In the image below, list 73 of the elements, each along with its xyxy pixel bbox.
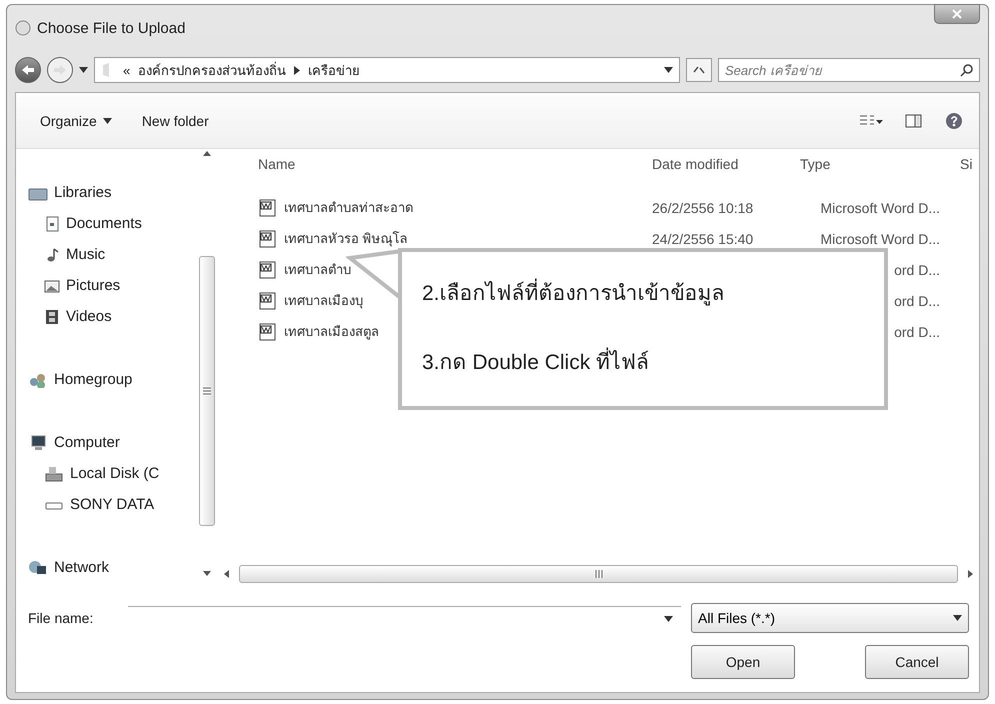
grip-icon [594, 570, 602, 578]
file-name[interactable]: เทศบาลตำบลท่าสะอาด [258, 197, 413, 218]
date-cell-text: 24/2/2556 15:40 [652, 230, 754, 246]
nav-pane-item[interactable]: Music [28, 239, 198, 270]
type-cell-text: ord D... [893, 262, 940, 278]
help-icon [945, 112, 963, 130]
address-bar[interactable]: « องค์กรปกครองส่วนท้องถิ่น เครือข่าย [94, 57, 680, 83]
close-button[interactable] [934, 4, 980, 24]
scroll-up-icon [203, 151, 211, 156]
nav-pane-item[interactable]: Pictures [28, 270, 198, 301]
caret-icon [953, 615, 962, 621]
picture-icon [44, 278, 60, 294]
word-document-icon [258, 322, 278, 342]
file-name[interactable]: เทศบาลหัวรอ พิษณุโล [258, 228, 408, 249]
scroll-down-icon [203, 571, 211, 576]
film-icon [44, 308, 60, 324]
chevron-right-icon [294, 66, 300, 74]
type-cell-text: ord D... [893, 292, 940, 308]
document-icon [44, 216, 60, 232]
type-cell-text: Microsoft Word D... [819, 200, 940, 216]
network-icon [28, 560, 48, 576]
dropdown-caret-icon [664, 67, 673, 73]
word-document-icon [258, 260, 278, 280]
search-icon [960, 63, 974, 77]
breadcrumb-overflow[interactable]: « [123, 62, 130, 78]
scrollbar-thumb[interactable] [199, 256, 215, 526]
back-arrow-icon [21, 64, 35, 76]
new-folder-button[interactable]: New folder [138, 110, 213, 130]
nav-pane-item[interactable]: Network [28, 552, 198, 583]
nav-pane-item[interactable]: Libraries [28, 177, 198, 208]
type-cell-text: Microsoft Word D... [819, 230, 940, 246]
scroll-left-icon [224, 570, 229, 578]
nav-pane-item[interactable]: Homegroup [28, 364, 198, 395]
caret-icon [664, 616, 673, 622]
word-document-icon [258, 290, 278, 310]
search-field[interactable]: Search เครือข่าย [718, 58, 980, 82]
nav-pane-item[interactable]: Computer [28, 427, 198, 458]
scroll-right-icon [968, 570, 973, 578]
column-header[interactable]: Name [258, 156, 652, 172]
type-cell-text: ord D... [893, 324, 940, 340]
file-name[interactable]: เทศบาลเมืองสตูล [258, 321, 379, 342]
cancel-button[interactable]: Cancel [865, 645, 969, 679]
caret-icon [102, 118, 112, 124]
close-icon [952, 9, 962, 19]
column-header[interactable]: Si [960, 156, 979, 172]
open-button[interactable]: Open [691, 645, 795, 679]
homegroup-icon [28, 372, 48, 388]
refresh-button[interactable] [686, 58, 712, 82]
nav-pane-item[interactable]: Documents [28, 208, 198, 239]
hard-disk-icon [44, 466, 64, 482]
instruction-text: 2.เลือกไฟล์ที่ต้องการนำเข้าข้อมูล [422, 276, 884, 309]
nav-pane-item[interactable]: SONY DATA [28, 489, 198, 520]
file-name-label: File name: [28, 610, 94, 626]
file-name[interactable]: เทศบาลตำบ [258, 259, 351, 280]
history-caret-icon [79, 67, 88, 73]
organize-menu[interactable]: Organize [36, 110, 116, 130]
nav-pane-item[interactable]: Videos [28, 301, 198, 332]
instruction-text: 3.กด Double Click ที่ไฟล์ [422, 345, 884, 378]
nav-pane-item[interactable]: Local Disk (C [28, 458, 198, 489]
window-title: Choose File to Upload [37, 20, 186, 36]
horizontal-scrollbar[interactable] [239, 565, 958, 583]
word-document-icon [258, 228, 278, 248]
column-header[interactable]: Date modified [652, 156, 800, 172]
date-cell-text: 26/2/2556 10:18 [652, 200, 754, 216]
breadcrumb-item[interactable]: เครือข่าย [308, 60, 360, 80]
column-header[interactable]: Type [800, 156, 960, 172]
grip-icon [203, 387, 211, 395]
back-button[interactable] [15, 57, 41, 83]
file-type-dropdown[interactable]: All Files (*.*) [691, 603, 969, 633]
preview-pane-icon [905, 112, 923, 128]
file-name[interactable]: เทศบาลเมืองบุ [258, 290, 363, 311]
breadcrumb-item[interactable]: องค์กรปกครองส่วนท้องถิ่น [138, 60, 286, 80]
word-document-icon [258, 198, 278, 218]
